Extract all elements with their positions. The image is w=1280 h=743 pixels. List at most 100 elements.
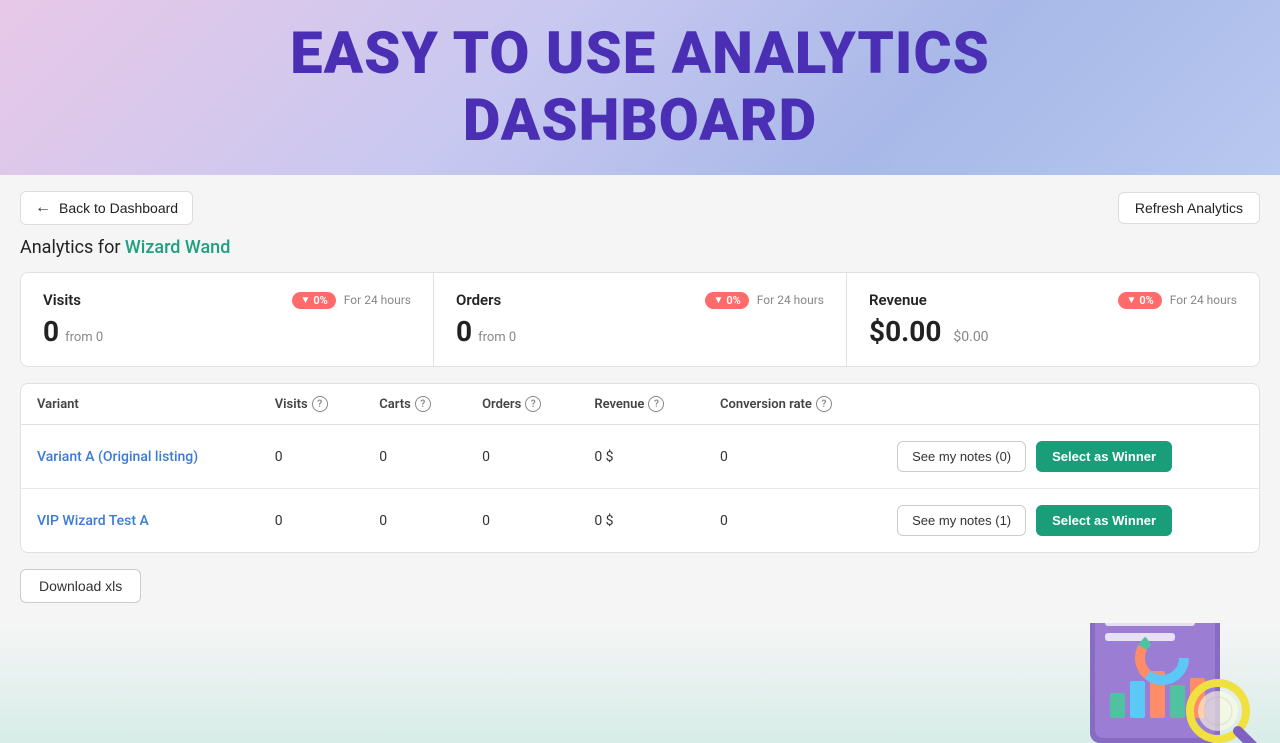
revenue-value: $0.00 $0.00 <box>869 315 1237 348</box>
table-header-row: Variant Visits ? Carts ? <box>21 384 1259 425</box>
analytics-prefix: Analytics for <box>20 237 120 258</box>
th-visits-label: Visits <box>275 397 308 412</box>
visits-number: 0 <box>43 315 59 348</box>
row0-variant: Variant A (Original listing) <box>21 425 259 489</box>
visits-value: 0 from 0 <box>43 315 411 348</box>
th-carts-label: Carts <box>379 397 411 412</box>
th-carts: Carts ? <box>363 384 466 425</box>
row1-visits: 0 <box>259 489 364 553</box>
row1-conversion: 0 <box>704 489 881 553</box>
row1-actions: See my notes (1) Select as Winner <box>881 489 1259 553</box>
revenue-label: Revenue <box>869 291 927 309</box>
revenue-prev: $0.00 <box>953 329 988 345</box>
row1-actions-cell: See my notes (1) Select as Winner <box>897 505 1243 536</box>
row0-notes-button[interactable]: See my notes (0) <box>897 441 1026 472</box>
variants-table: Variant Visits ? Carts ? <box>21 384 1259 552</box>
th-revenue-label: Revenue <box>594 397 644 412</box>
revenue-meta: ▼ 0% For 24 hours <box>1118 292 1237 309</box>
table-row: VIP Wizard Test A 0 0 0 0 $ 0 See my not… <box>21 489 1259 553</box>
visits-badge-arrow-icon: ▼ <box>300 295 310 306</box>
row1-winner-label: Select as Winner <box>1052 513 1156 528</box>
orders-meta: ▼ 0% For 24 hours <box>705 292 824 309</box>
row1-variant: VIP Wizard Test A <box>21 489 259 553</box>
carts-help-icon: ? <box>415 396 431 412</box>
orders-period: For 24 hours <box>757 293 824 307</box>
row0-visits: 0 <box>259 425 364 489</box>
th-conversion: Conversion rate ? <box>704 384 881 425</box>
revenue-badge-value: 0% <box>1139 294 1153 307</box>
orders-label: Orders <box>456 291 501 309</box>
back-to-dashboard-button[interactable]: ← Back to Dashboard <box>20 191 193 225</box>
row1-notes-button[interactable]: See my notes (1) <box>897 505 1026 536</box>
orders-number: 0 <box>456 315 472 348</box>
row0-variant-link[interactable]: Variant A (Original listing) <box>37 449 198 465</box>
revenue-help-icon: ? <box>648 396 664 412</box>
back-button-label: Back to Dashboard <box>59 200 178 216</box>
table-row: Variant A (Original listing) 0 0 0 0 $ 0… <box>21 425 1259 489</box>
revenue-number: $0.00 <box>869 315 941 348</box>
refresh-analytics-button[interactable]: Refresh Analytics <box>1118 192 1260 224</box>
orders-stat-header: Orders ▼ 0% For 24 hours <box>456 291 824 309</box>
th-actions <box>881 384 1259 425</box>
orders-help-icon: ? <box>525 396 541 412</box>
row1-variant-link[interactable]: VIP Wizard Test A <box>37 513 149 529</box>
visits-stat-card: Visits ▼ 0% For 24 hours 0 from 0 <box>21 273 434 366</box>
visits-badge-value: 0% <box>313 294 327 307</box>
bottom-area <box>0 623 1280 743</box>
th-variant: Variant <box>21 384 259 425</box>
revenue-period: For 24 hours <box>1170 293 1237 307</box>
orders-value: 0 from 0 <box>456 315 824 348</box>
row1-select-winner-button[interactable]: Select as Winner <box>1036 505 1172 536</box>
orders-badge-arrow-icon: ▼ <box>713 295 723 306</box>
revenue-stat-card: Revenue ▼ 0% For 24 hours $0.00 $0.00 <box>847 273 1259 366</box>
download-xls-button[interactable]: Download xls <box>20 569 141 603</box>
revenue-badge: ▼ 0% <box>1118 292 1161 309</box>
visits-stat-header: Visits ▼ 0% For 24 hours <box>43 291 411 309</box>
th-orders: Orders ? <box>466 384 578 425</box>
top-bar: ← Back to Dashboard Refresh Analytics <box>20 191 1260 225</box>
stats-row: Visits ▼ 0% For 24 hours 0 from 0 Orders <box>20 272 1260 367</box>
row1-carts: 0 <box>363 489 466 553</box>
table-header: Variant Visits ? Carts ? <box>21 384 1259 425</box>
th-visits: Visits ? <box>259 384 364 425</box>
analytics-title: Analytics for Wizard Wand <box>20 237 1260 258</box>
row0-actions: See my notes (0) Select as Winner <box>881 425 1259 489</box>
conversion-help-icon: ? <box>816 396 832 412</box>
product-name: Wizard Wand <box>125 237 230 258</box>
visits-help-icon: ? <box>312 396 328 412</box>
analytics-illustration <box>1070 623 1260 743</box>
orders-badge-value: 0% <box>726 294 740 307</box>
th-variant-label: Variant <box>37 397 79 412</box>
row1-revenue: 0 $ <box>578 489 704 553</box>
row0-carts: 0 <box>363 425 466 489</box>
hero-banner: EASY TO USE ANALYTICS DASHBOARD <box>0 0 1280 175</box>
main-content: ← Back to Dashboard Refresh Analytics An… <box>0 175 1280 623</box>
row0-notes-label: See my notes (0) <box>912 449 1011 464</box>
th-revenue: Revenue ? <box>578 384 704 425</box>
row0-conversion: 0 <box>704 425 881 489</box>
orders-from: from 0 <box>478 330 516 345</box>
row0-select-winner-button[interactable]: Select as Winner <box>1036 441 1172 472</box>
revenue-stat-header: Revenue ▼ 0% For 24 hours <box>869 291 1237 309</box>
visits-meta: ▼ 0% For 24 hours <box>292 292 411 309</box>
refresh-button-label: Refresh Analytics <box>1135 200 1243 216</box>
row0-winner-label: Select as Winner <box>1052 449 1156 464</box>
th-conversion-label: Conversion rate <box>720 397 812 412</box>
back-arrow-icon: ← <box>35 199 51 217</box>
row0-actions-cell: See my notes (0) Select as Winner <box>897 441 1243 472</box>
th-orders-label: Orders <box>482 397 521 412</box>
orders-stat-card: Orders ▼ 0% For 24 hours 0 from 0 <box>434 273 847 366</box>
visits-from: from 0 <box>65 330 103 345</box>
visits-label: Visits <box>43 291 81 309</box>
visits-period: For 24 hours <box>344 293 411 307</box>
orders-badge: ▼ 0% <box>705 292 748 309</box>
table-body: Variant A (Original listing) 0 0 0 0 $ 0… <box>21 425 1259 553</box>
row0-revenue: 0 $ <box>578 425 704 489</box>
hero-title: EASY TO USE ANALYTICS DASHBOARD <box>290 21 990 154</box>
revenue-badge-arrow-icon: ▼ <box>1126 295 1136 306</box>
row1-notes-label: See my notes (1) <box>912 513 1011 528</box>
variants-table-container: Variant Visits ? Carts ? <box>20 383 1260 553</box>
row1-orders: 0 <box>466 489 578 553</box>
visits-badge: ▼ 0% <box>292 292 335 309</box>
row0-orders: 0 <box>466 425 578 489</box>
